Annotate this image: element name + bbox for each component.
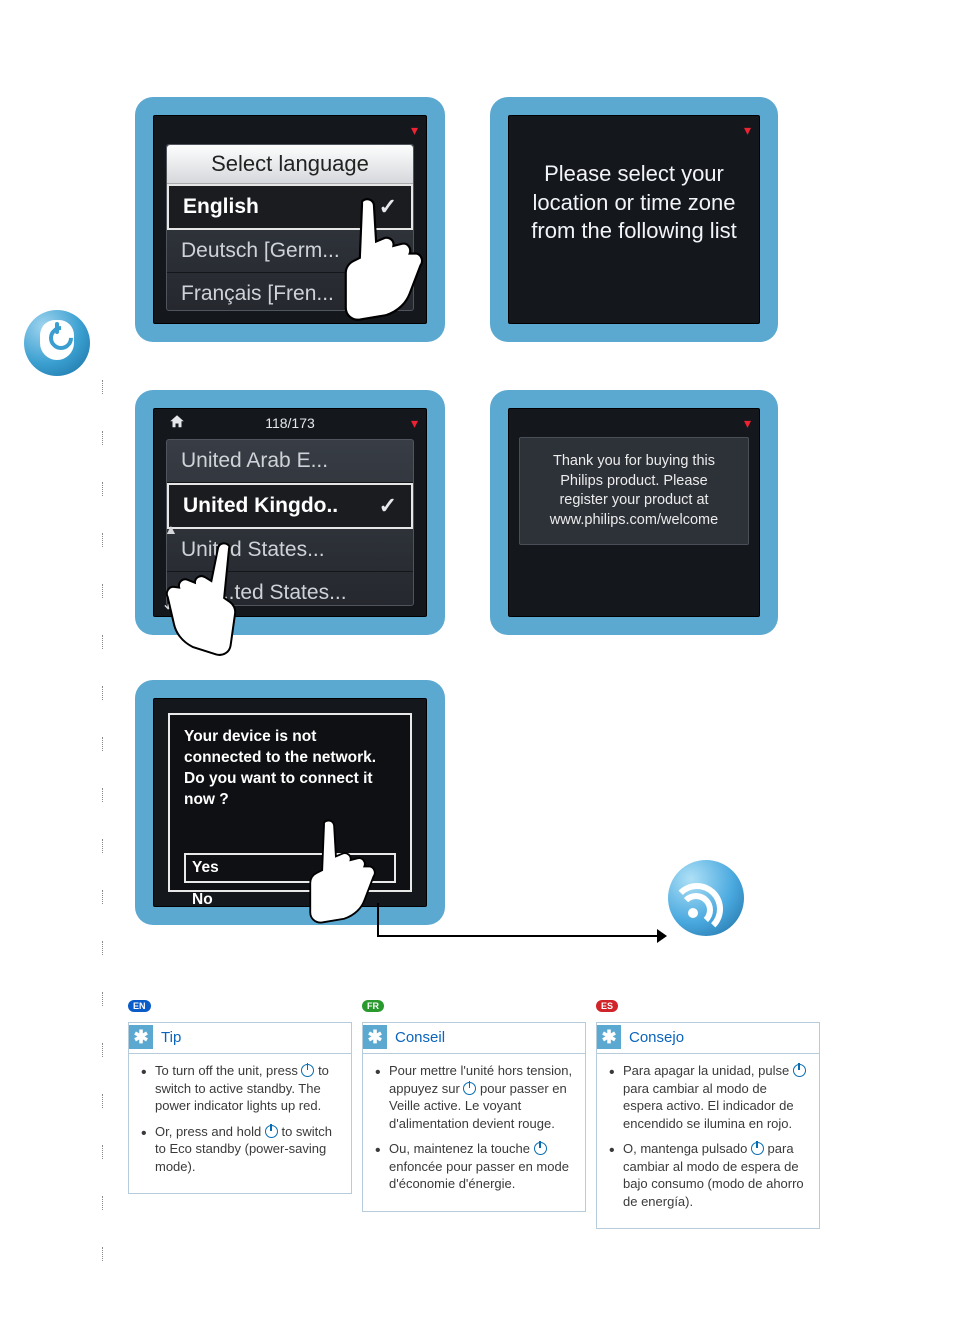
tip-box-es: ✱ Consejo Para apagar la unidad, pulse p… bbox=[596, 1022, 820, 1229]
signal-icon: ▾ bbox=[744, 122, 751, 139]
tip-bullet: Ou, maintenez la touche enfoncée pour pa… bbox=[375, 1140, 575, 1193]
dialog-box: Your device is not connected to the netw… bbox=[168, 713, 412, 892]
power-glyph-icon bbox=[265, 1125, 278, 1138]
lang-badge-es: ES bbox=[596, 996, 618, 1014]
screen-thank-you: ▾ Thank you for buying this Philips prod… bbox=[490, 390, 778, 635]
tip-star-icon: ✱ bbox=[363, 1025, 387, 1049]
tip-title: Conseil bbox=[395, 1029, 445, 1046]
wireless-icon bbox=[668, 860, 744, 936]
scroll-up-icon[interactable]: ▲ bbox=[164, 521, 178, 537]
signal-icon: ▾ bbox=[744, 415, 751, 432]
screen-network-dialog: Your device is not connected to the netw… bbox=[135, 680, 445, 925]
connector-line bbox=[377, 903, 379, 937]
list-item-label: United Arab E... bbox=[181, 449, 328, 472]
lang-option-english[interactable]: English ✓ bbox=[167, 184, 413, 230]
lang-badge-en: EN bbox=[128, 996, 151, 1014]
tip-bullet: O, mantenga pulsado para cambiar al modo… bbox=[609, 1140, 809, 1210]
power-glyph-icon bbox=[534, 1142, 547, 1155]
loc-option[interactable]: United Arab E... bbox=[167, 440, 413, 483]
connector-line bbox=[377, 935, 663, 937]
list-item-label: United States... bbox=[181, 538, 325, 561]
lang-badge-fr: FR bbox=[362, 996, 384, 1014]
screen-select-language: ▾ Select language English ✓ Deutsch [Ger… bbox=[135, 97, 445, 342]
power-glyph-icon bbox=[751, 1142, 764, 1155]
list-item-label: ...ted States... bbox=[217, 581, 347, 604]
check-icon: ✓ bbox=[379, 493, 397, 519]
screen-location-prompt: ▾ Please select your location or time zo… bbox=[490, 97, 778, 342]
list-counter: 118/173 bbox=[154, 415, 426, 431]
dialog-question: Your device is not connected to the netw… bbox=[184, 727, 396, 811]
dialog-option-no[interactable]: No bbox=[184, 885, 396, 907]
list-title: Select language bbox=[167, 145, 413, 184]
power-glyph-icon bbox=[463, 1082, 476, 1095]
tip-title: Consejo bbox=[629, 1029, 684, 1046]
lang-option-german[interactable]: Deutsch [Germ... bbox=[167, 230, 413, 273]
list-item-label: United Kingdo.. bbox=[183, 494, 338, 517]
tip-bullet: Or, press and hold to switch to Eco stan… bbox=[141, 1123, 341, 1176]
option-label: No bbox=[192, 891, 213, 907]
tip-bullet: Para apagar la unidad, pulse para cambia… bbox=[609, 1062, 809, 1132]
signal-icon: ▾ bbox=[411, 122, 418, 139]
list-item-label: Français [Fren... bbox=[181, 282, 334, 305]
thank-you-text: Thank you for buying this Philips produc… bbox=[519, 437, 749, 545]
back-icon[interactable]: ↶ bbox=[164, 597, 179, 617]
tip-bullet: To turn off the unit, press to switch to… bbox=[141, 1062, 341, 1115]
power-glyph-icon bbox=[301, 1064, 314, 1077]
tip-title: Tip bbox=[161, 1029, 181, 1046]
power-icon bbox=[24, 310, 90, 376]
check-icon: ✓ bbox=[379, 194, 397, 220]
loc-option[interactable]: ...ted States... bbox=[167, 572, 413, 615]
tip-star-icon: ✱ bbox=[597, 1025, 621, 1049]
tip-bullet: Pour mettre l'unité hors tension, appuye… bbox=[375, 1062, 575, 1132]
option-label: Yes bbox=[192, 859, 219, 876]
power-glyph-icon bbox=[793, 1064, 806, 1077]
list-item-label: Deutsch [Germ... bbox=[181, 239, 340, 262]
page-edge-ticks bbox=[100, 380, 106, 1280]
lang-option-french[interactable]: Français [Fren... bbox=[167, 273, 413, 316]
tip-star-icon: ✱ bbox=[129, 1025, 153, 1049]
arrowhead-icon bbox=[657, 929, 667, 943]
loc-option-selected[interactable]: United Kingdo.. ✓ bbox=[167, 483, 413, 529]
tip-box-en: ✱ Tip To turn off the unit, press to swi… bbox=[128, 1022, 352, 1194]
screen-location-list: ▾ 118/173 United Arab E... United Kingdo… bbox=[135, 390, 445, 635]
list-item-label: English bbox=[183, 195, 259, 218]
prompt-text: Please select your location or time zone… bbox=[509, 142, 759, 264]
dialog-option-yes[interactable]: Yes bbox=[184, 853, 396, 883]
loc-option[interactable]: United States... bbox=[167, 529, 413, 572]
tip-box-fr: ✱ Conseil Pour mettre l'unité hors tensi… bbox=[362, 1022, 586, 1212]
